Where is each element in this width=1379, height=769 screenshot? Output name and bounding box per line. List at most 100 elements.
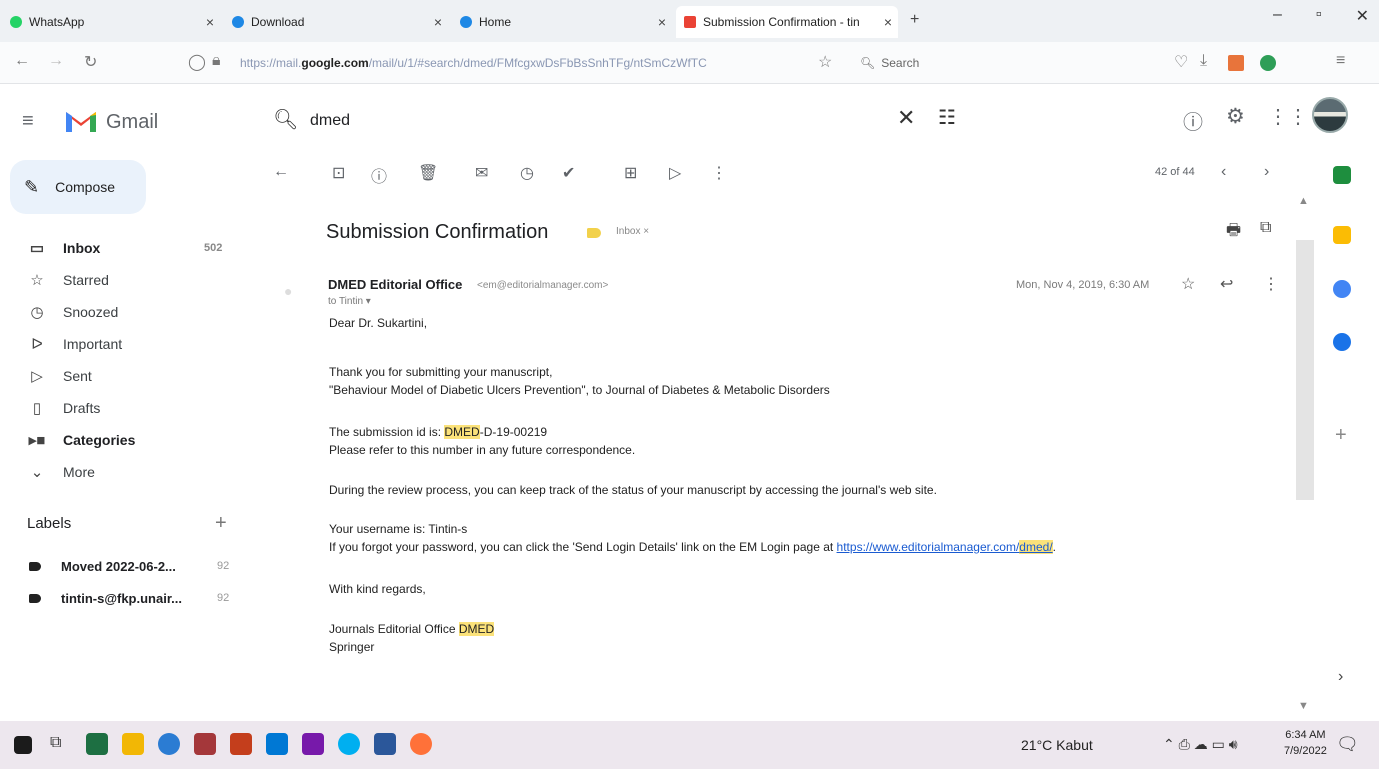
scroll-up-icon[interactable]: ▲ bbox=[1298, 195, 1309, 207]
scroll-down-icon[interactable]: ▼ bbox=[1298, 700, 1309, 712]
gear-icon[interactable]: ⚙ bbox=[1226, 104, 1245, 129]
back-to-list-icon[interactable]: ← bbox=[273, 163, 289, 181]
maximize-icon[interactable]: ▫ bbox=[1316, 6, 1322, 26]
word-icon[interactable] bbox=[374, 733, 396, 755]
label-item[interactable]: tintin-s@fkp.unair... 92 bbox=[0, 584, 240, 612]
clear-search-icon[interactable]: ✕ bbox=[897, 105, 915, 131]
inbox-label-chip[interactable]: Inbox × bbox=[616, 226, 649, 237]
archive-icon[interactable]: ⊡ bbox=[332, 163, 345, 183]
excel-icon[interactable] bbox=[86, 733, 108, 755]
tasks-icon[interactable] bbox=[1333, 280, 1351, 298]
tab-whatsapp[interactable]: WhatsApp × bbox=[2, 6, 220, 38]
sender-avatar: ● bbox=[284, 283, 293, 299]
label-name: tintin-s@fkp.unair... bbox=[61, 590, 183, 606]
add-label-icon[interactable]: + bbox=[215, 512, 227, 535]
powerpoint-icon[interactable] bbox=[230, 733, 252, 755]
back-icon[interactable]: ← bbox=[14, 52, 30, 70]
close-icon[interactable]: × bbox=[434, 14, 442, 30]
move-to-icon[interactable]: ⊞ bbox=[624, 163, 637, 183]
menu-icon[interactable]: ≡ bbox=[1336, 52, 1345, 70]
label-icon bbox=[29, 593, 41, 603]
newer-icon[interactable]: ‹ bbox=[1221, 163, 1226, 181]
help-icon[interactable]: ⓘ bbox=[1183, 106, 1203, 135]
reply-icon[interactable]: ↩ bbox=[1220, 274, 1233, 294]
grammarly-icon[interactable] bbox=[1260, 55, 1276, 71]
tab-submission-confirmation[interactable]: Submission Confirmation - tin × bbox=[676, 6, 898, 38]
tab-download[interactable]: Download × bbox=[224, 6, 448, 38]
sig-prefix: Journals Editorial Office bbox=[329, 622, 459, 636]
extension-icon[interactable] bbox=[1228, 55, 1244, 71]
tab-home[interactable]: Home × bbox=[452, 6, 672, 38]
close-icon[interactable]: × bbox=[658, 14, 666, 30]
system-tray-icons[interactable]: ⌃ ⎙ ☁ ▭ 🔊︎ bbox=[1163, 736, 1238, 753]
edge-icon[interactable] bbox=[158, 733, 180, 755]
contacts-icon[interactable] bbox=[1333, 333, 1351, 351]
browser-search-box[interactable]: 🔍︎ Search bbox=[860, 49, 1060, 77]
mark-unread-icon[interactable]: ✉ bbox=[475, 163, 488, 183]
clock[interactable]: 6:34 AM 7/9/2022 bbox=[1284, 727, 1327, 759]
open-new-window-icon[interactable]: ⧉ bbox=[1260, 219, 1271, 237]
sidebar-item-more[interactable]: ⌄ More bbox=[0, 457, 240, 487]
add-task-icon[interactable]: ✔︎ bbox=[562, 163, 575, 183]
snooze-icon[interactable]: ◷ bbox=[520, 163, 534, 183]
close-icon[interactable]: × bbox=[884, 14, 892, 30]
forward-icon[interactable]: → bbox=[48, 52, 64, 70]
firefox-icon[interactable] bbox=[410, 733, 432, 755]
search-options-icon[interactable]: ☷ bbox=[938, 105, 956, 130]
more-options-icon[interactable]: ⋮ bbox=[711, 163, 727, 183]
report-spam-icon[interactable]: ⓘ bbox=[371, 163, 387, 187]
print-icon[interactable]: 🖶︎ bbox=[1226, 219, 1241, 246]
outlook-icon[interactable] bbox=[266, 733, 288, 755]
shield-icon[interactable]: ◯ bbox=[188, 52, 206, 72]
bookmark-star-icon[interactable]: ☆ bbox=[818, 52, 832, 72]
sender-name[interactable]: DMED Editorial Office bbox=[328, 277, 462, 292]
older-icon[interactable]: › bbox=[1264, 163, 1269, 181]
main-menu-icon[interactable]: ≡ bbox=[22, 110, 34, 133]
add-addon-icon[interactable]: + bbox=[1335, 424, 1347, 447]
access-icon[interactable] bbox=[194, 733, 216, 755]
notification-icon[interactable]: 🗨︎ bbox=[1336, 734, 1359, 755]
recipient-dropdown[interactable]: to Tintin ▾ bbox=[328, 296, 371, 307]
download-icon[interactable]: ⤓ bbox=[1200, 52, 1207, 70]
compose-button[interactable]: ✎ Compose bbox=[10, 160, 146, 214]
clock-date: 7/9/2022 bbox=[1284, 745, 1327, 757]
label-as-icon[interactable]: ▷ bbox=[669, 163, 681, 183]
star-icon[interactable]: ☆ bbox=[1181, 274, 1195, 294]
gmail-logo-text: Gmail bbox=[106, 111, 159, 133]
windows-start-icon[interactable] bbox=[14, 736, 32, 754]
body-refer: Please refer to this number in any futur… bbox=[329, 443, 636, 457]
url-path: /mail/u/1/#search/dmed/FMfcgxwDsFbBsSnhT… bbox=[368, 56, 707, 70]
avatar[interactable] bbox=[1312, 97, 1348, 133]
minimize-icon[interactable]: – bbox=[1273, 6, 1282, 26]
sidebar-item-sent[interactable]: ▷ Sent bbox=[0, 361, 240, 391]
editorial-manager-link[interactable]: https://www.editorialmanager.com/dmed/ bbox=[837, 540, 1053, 554]
importance-marker-icon[interactable] bbox=[587, 228, 601, 238]
gmail-logo-icon[interactable] bbox=[64, 108, 98, 134]
calendar-icon[interactable] bbox=[1333, 166, 1351, 184]
reload-icon[interactable]: ↻ bbox=[84, 52, 97, 72]
keep-icon[interactable] bbox=[1333, 226, 1351, 244]
sidebar-item-starred[interactable]: ☆ Starred bbox=[0, 265, 240, 295]
mail-search-input[interactable] bbox=[310, 109, 870, 133]
skype-icon[interactable] bbox=[338, 733, 360, 755]
sidebar-item-inbox[interactable]: ▭ Inbox 502 bbox=[0, 233, 240, 263]
task-view-icon[interactable]: ⧉ bbox=[50, 734, 72, 756]
lock-icon[interactable]: 🔒︎ bbox=[212, 52, 221, 70]
delete-icon[interactable]: 🗑︎ bbox=[418, 163, 438, 183]
weather-widget[interactable]: 21°C Kabut bbox=[1021, 737, 1093, 753]
sidebar-item-categories[interactable]: ▸■ Categories bbox=[0, 425, 240, 455]
file-explorer-icon[interactable] bbox=[122, 733, 144, 755]
close-icon[interactable]: × bbox=[206, 14, 214, 30]
message-more-icon[interactable]: ⋮ bbox=[1263, 274, 1279, 294]
sidebar-item-snoozed[interactable]: ◷ Snoozed bbox=[0, 297, 240, 327]
sidebar-item-important[interactable]: ᐅ Important bbox=[0, 329, 240, 359]
scrollbar-thumb[interactable] bbox=[1296, 240, 1314, 500]
search-icon[interactable]: 🔍︎ bbox=[273, 107, 298, 132]
pocket-icon[interactable]: ♡ bbox=[1174, 52, 1188, 72]
label-item[interactable]: Moved 2022-06-2... 92 bbox=[0, 552, 240, 580]
sidebar-item-drafts[interactable]: ▯ Drafts bbox=[0, 393, 240, 423]
new-tab-button[interactable]: + bbox=[910, 11, 919, 29]
chevron-right-icon[interactable]: › bbox=[1338, 668, 1343, 686]
onenote-icon[interactable] bbox=[302, 733, 324, 755]
close-window-icon[interactable]: ✕ bbox=[1356, 6, 1369, 26]
